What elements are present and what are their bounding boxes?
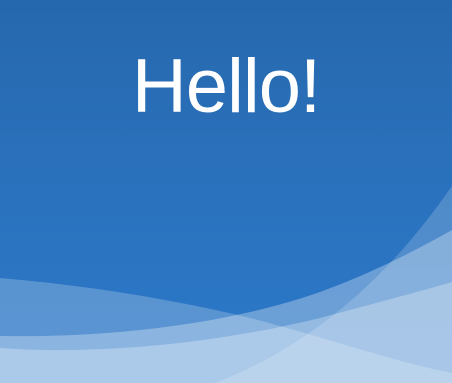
greeting-title: Hello! bbox=[131, 44, 321, 129]
hello-screen: Hello! bbox=[0, 0, 452, 383]
